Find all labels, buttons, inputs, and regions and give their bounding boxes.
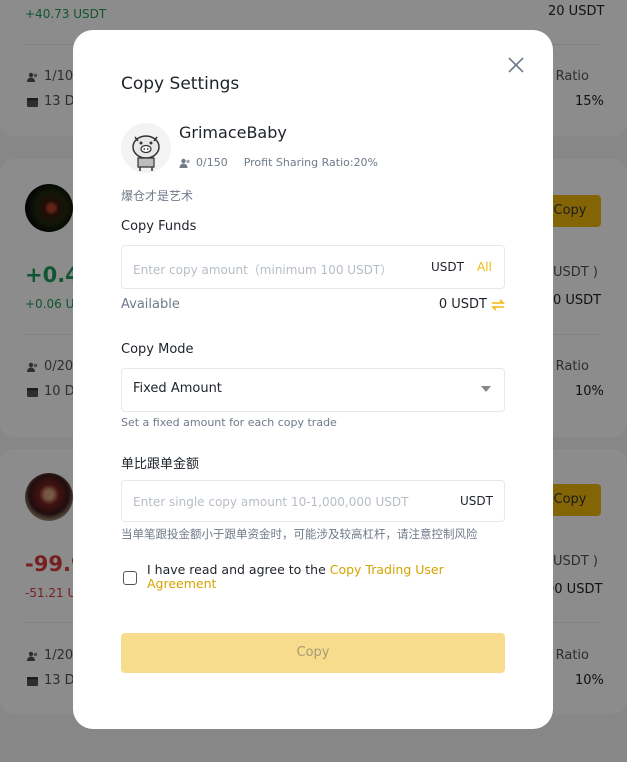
trader-name: GrimaceBaby [179,123,287,142]
copy-mode-hint: Set a fixed amount for each copy trade [121,416,337,429]
agreement-text: I have read and agree to the Copy Tradin… [147,563,467,591]
copy-funds-input[interactable]: Enter copy amount（minimum 100 USDT） USDT… [121,245,505,289]
chevron-down-icon [481,386,491,392]
agree-checkbox[interactable] [123,571,137,585]
leverage-warning: 当单笔跟投金额小于跟单资金时，可能涉及较高杠杆，请注意控制风险 [121,527,478,541]
single-amount-input[interactable]: Enter single copy amount 10-1,000,000 US… [121,480,505,522]
trader-followers: 0/150 [196,156,228,169]
copy-settings-modal: Copy Settings GrimaceBaby 0/150 Profit S… [73,30,553,729]
copy-submit-button[interactable]: Copy [121,633,505,673]
copy-mode-label: Copy Mode [121,342,194,357]
close-icon[interactable] [506,55,526,75]
available-balance: 0 USDT [439,297,505,312]
copy-funds-unit: USDT [431,260,464,274]
profit-sharing-ratio: Profit Sharing Ratio:20% [243,156,379,169]
pig-cartoon-icon [132,135,160,171]
agreement-prefix: I have read and agree to the [147,562,330,577]
transfer-icon[interactable] [491,298,505,311]
copy-mode-selected: Fixed Amount [133,381,222,396]
available-value: 0 USDT [438,297,487,312]
trader-avatar [121,123,171,173]
all-button[interactable]: All [477,260,492,274]
copy-funds-placeholder: Enter copy amount（minimum 100 USDT） [133,263,393,277]
modal-title: Copy Settings [121,74,240,94]
trader-meta: 0/150 Profit Sharing Ratio:20% [179,156,378,169]
single-amount-unit: USDT [460,494,493,508]
users-icon [179,158,190,168]
single-amount-placeholder: Enter single copy amount 10-1,000,000 US… [133,495,409,509]
available-label: Available [121,297,180,312]
copy-mode-select[interactable]: Fixed Amount [121,368,505,412]
single-amount-label: 单比跟单金额 [121,457,200,472]
trader-bio: 爆仓才是艺术 [121,189,194,203]
copy-funds-label: Copy Funds [121,219,197,234]
